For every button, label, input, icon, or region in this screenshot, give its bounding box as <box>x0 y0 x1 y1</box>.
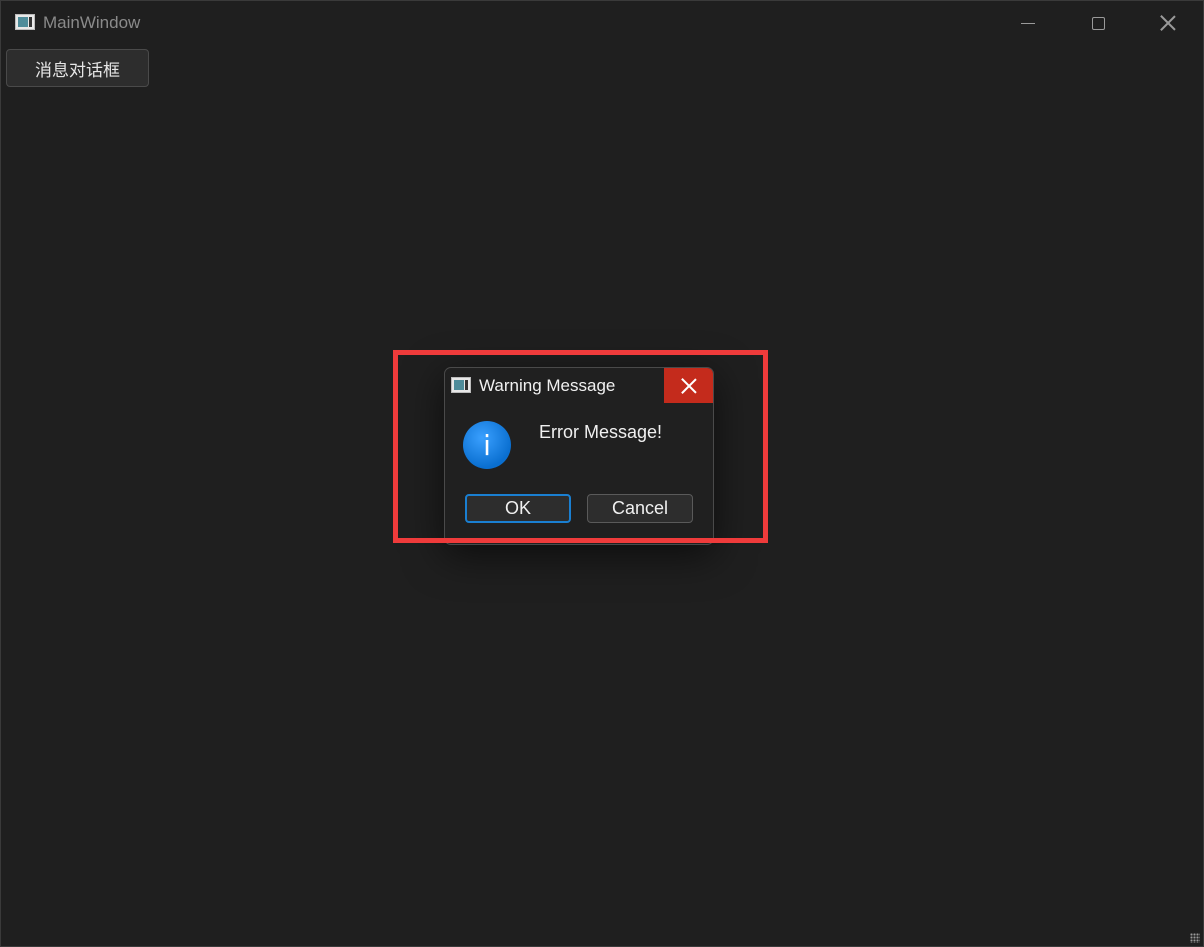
message-dialog-button[interactable]: 消息对话框 <box>6 49 149 87</box>
close-button[interactable] <box>1133 1 1203 45</box>
window-title: MainWindow <box>43 13 141 32</box>
title-bar[interactable]: MainWindow <box>1 1 1203 45</box>
maximize-button[interactable] <box>1063 1 1133 45</box>
app-icon <box>15 14 35 30</box>
highlight-box <box>393 350 768 543</box>
minimize-icon <box>1021 22 1035 24</box>
resize-grip[interactable] <box>1190 933 1200 943</box>
maximize-icon <box>1091 16 1105 30</box>
minimize-button[interactable] <box>993 1 1063 45</box>
close-icon <box>1160 15 1176 31</box>
